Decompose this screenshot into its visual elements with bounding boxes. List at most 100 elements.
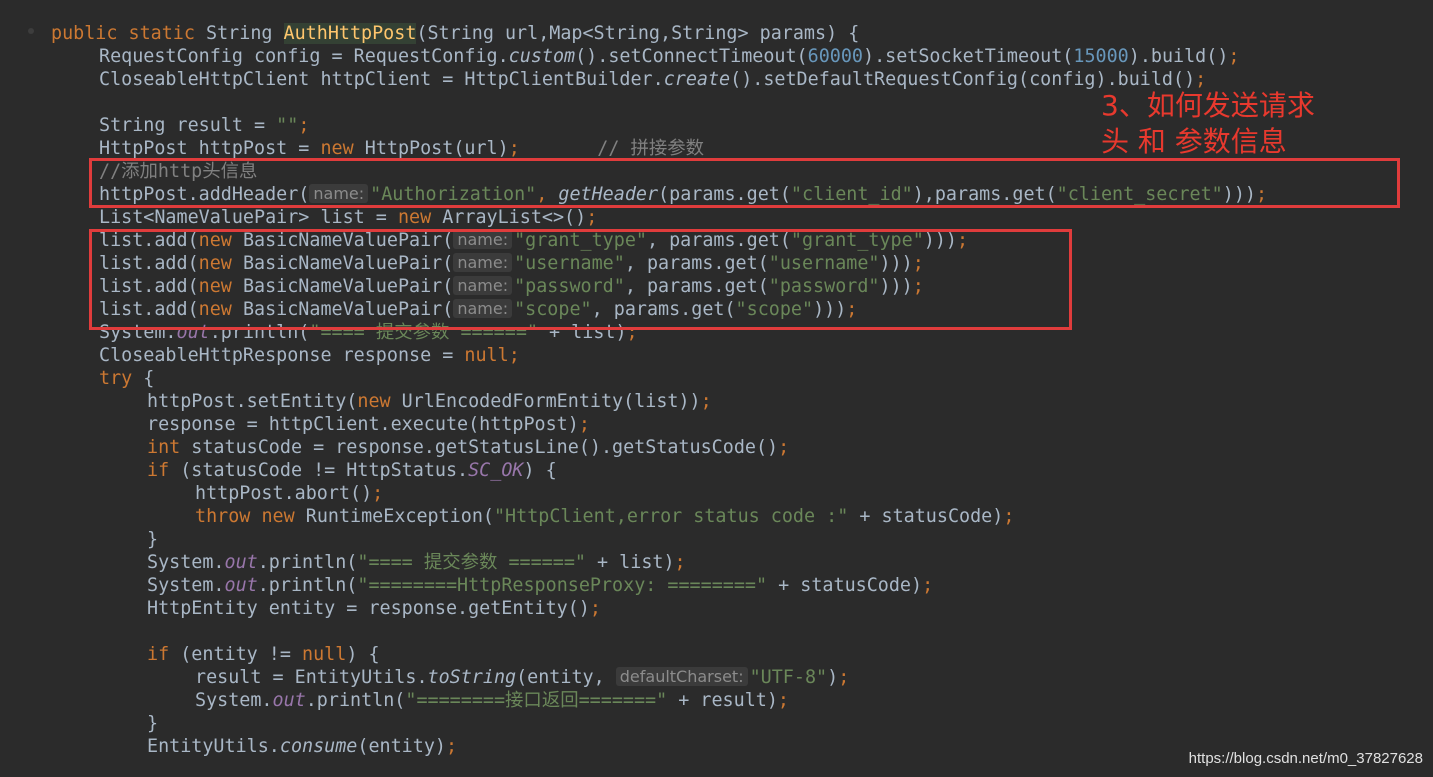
string-literal: "==== 提交参数 ======" bbox=[357, 552, 586, 573]
code-comment: // 拼接参数 bbox=[519, 138, 705, 159]
static-field-sc-ok: SC_OK bbox=[468, 460, 524, 481]
code-line-15: CloseableHttpResponse response = null; bbox=[99, 344, 520, 367]
editor-top-strip bbox=[0, 0, 1433, 22]
keyword-throw: throw bbox=[195, 506, 251, 527]
code-text: + statusCode) bbox=[767, 575, 923, 596]
code-line-31: } bbox=[147, 712, 158, 735]
keyword-try: try bbox=[99, 368, 133, 389]
keyword-if: if bbox=[147, 460, 170, 481]
code-text: ().setDefaultRequestConfig(config).build… bbox=[730, 69, 1196, 90]
code-line-32: EntityUtils.consume(entity); bbox=[147, 735, 457, 758]
code-line-5: String result = ""; bbox=[99, 114, 309, 137]
watermark: https://blog.csdn.net/m0_37827628 bbox=[1188, 750, 1423, 767]
code-line-22: throw new RuntimeException("HttpClient,e… bbox=[195, 505, 1014, 528]
semicolon: ; bbox=[372, 483, 384, 504]
number-literal: 60000 bbox=[807, 46, 863, 67]
code-text: + result) bbox=[667, 690, 778, 711]
keyword-int: int bbox=[147, 437, 181, 458]
code-line-19: int statusCode = response.getStatusLine(… bbox=[147, 436, 789, 459]
code-text: ) { bbox=[523, 460, 557, 481]
semicolon: ; bbox=[674, 552, 686, 573]
code-line-30: System.out.println("========接口返回======="… bbox=[195, 689, 789, 712]
method-custom: custom bbox=[508, 46, 576, 67]
code-text: RequestConfig config = RequestConfig. bbox=[99, 46, 509, 67]
semicolon: ; bbox=[922, 575, 934, 596]
code-text: List<NameValuePair> list = bbox=[99, 207, 398, 228]
keyword-new: new bbox=[357, 391, 391, 412]
code-text: CloseableHttpResponse response = bbox=[99, 345, 465, 366]
code-text: } bbox=[147, 529, 159, 550]
keyword-static: static bbox=[128, 23, 195, 44]
code-text: (entity) bbox=[357, 736, 446, 757]
keyword-new: new bbox=[397, 207, 432, 228]
static-field-out: out bbox=[272, 690, 306, 711]
string-literal: "HttpClient,error status code :" bbox=[493, 506, 849, 527]
code-line-21: httpPost.abort(); bbox=[195, 482, 383, 505]
code-text: statusCode = response.getStatusLine().ge… bbox=[180, 437, 779, 458]
code-line-20: if (statusCode != HttpStatus.SC_OK) { bbox=[147, 459, 557, 482]
return-type: String bbox=[194, 23, 284, 44]
code-text: + statusCode) bbox=[848, 506, 1004, 527]
code-text: HttpPost httpPost = bbox=[99, 138, 321, 159]
code-text: } bbox=[147, 713, 159, 734]
string-literal: "UTF-8" bbox=[749, 667, 828, 688]
string-literal: "========HttpResponseProxy: ========" bbox=[357, 575, 768, 596]
code-line-25: System.out.println("========HttpResponse… bbox=[147, 574, 933, 597]
code-text: .println( bbox=[305, 690, 406, 711]
annotation-line-2: 头 和 参数信息 bbox=[1101, 125, 1287, 158]
annotation-line-1: 3、如何发送请求 bbox=[1101, 89, 1315, 122]
code-text: ArrayList<>() bbox=[431, 207, 587, 228]
semicolon: ; bbox=[508, 345, 520, 366]
method-params: (String url,Map<String,String> params) { bbox=[416, 23, 860, 44]
code-text: result = EntityUtils. bbox=[195, 667, 428, 688]
code-text: (statusCode != HttpStatus. bbox=[169, 460, 469, 481]
semicolon: ; bbox=[700, 391, 712, 412]
static-field-out: out bbox=[224, 575, 258, 596]
method-consume: consume bbox=[279, 736, 358, 757]
code-text: UrlEncodedFormEntity(list)) bbox=[390, 391, 701, 412]
code-line-16: try { bbox=[99, 367, 154, 390]
string-literal: "" bbox=[276, 115, 299, 136]
code-text: .println( bbox=[257, 575, 358, 596]
code-line-24: System.out.println("==== 提交参数 ======" + … bbox=[147, 551, 686, 574]
string-literal: "========接口返回=======" bbox=[405, 690, 668, 711]
code-text: .println( bbox=[257, 552, 358, 573]
keyword-new: new bbox=[320, 138, 354, 159]
code-text: System. bbox=[195, 690, 273, 711]
keyword-null: null bbox=[302, 644, 347, 665]
code-line-18: response = httpClient.execute(httpPost); bbox=[147, 413, 590, 436]
code-text: EntityUtils. bbox=[147, 736, 280, 757]
semicolon: ; bbox=[586, 207, 598, 228]
semicolon: ; bbox=[777, 690, 789, 711]
method-name-auth-http-post: AuthHttpPost bbox=[283, 23, 417, 44]
code-text: System. bbox=[147, 552, 225, 573]
semicolon: ; bbox=[445, 736, 458, 757]
keyword-if: if bbox=[147, 644, 170, 665]
keyword-public: public bbox=[51, 23, 118, 44]
params-highlight-box bbox=[89, 229, 1072, 330]
code-text: ) { bbox=[346, 644, 380, 665]
code-text: httpPost.setEntity( bbox=[147, 391, 358, 412]
semicolon: ; bbox=[778, 437, 790, 458]
code-text: httpPost.abort() bbox=[195, 483, 373, 504]
code-line-6: HttpPost httpPost = new HttpPost(url); /… bbox=[99, 137, 704, 160]
static-field-out: out bbox=[224, 552, 258, 573]
code-text: CloseableHttpClient httpClient = HttpCli… bbox=[99, 69, 664, 90]
method-create: create bbox=[663, 69, 731, 90]
semicolon: ; bbox=[1003, 506, 1015, 527]
code-text: System. bbox=[147, 575, 225, 596]
code-text: (entity != bbox=[169, 644, 303, 665]
code-line-9: List<NameValuePair> list = new ArrayList… bbox=[99, 206, 597, 229]
code-text: response = httpClient.execute(httpPost) bbox=[147, 414, 579, 435]
code-line-2: RequestConfig config = RequestConfig.cus… bbox=[99, 45, 1239, 68]
code-text: ) bbox=[827, 667, 839, 688]
semicolon: ; bbox=[589, 598, 601, 619]
header-highlight-box bbox=[89, 158, 1400, 208]
code-line-26: HttpEntity entity = response.getEntity()… bbox=[147, 597, 601, 620]
code-text: HttpEntity entity = response.getEntity() bbox=[147, 598, 590, 619]
code-text: { bbox=[132, 368, 155, 389]
code-text: String result = bbox=[99, 115, 277, 136]
code-line-1: public static String AuthHttpPost(String… bbox=[51, 22, 859, 45]
semicolon: ; bbox=[838, 667, 850, 688]
code-line-17: httpPost.setEntity(new UrlEncodedFormEnt… bbox=[147, 390, 712, 413]
